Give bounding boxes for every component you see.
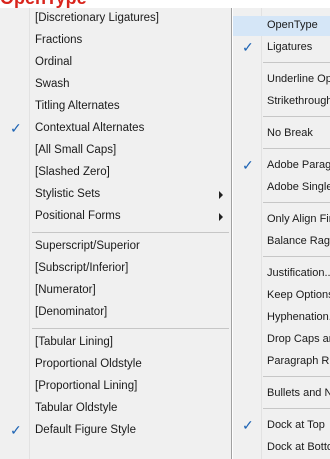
menu-item-proportional-oldstyle[interactable]: Proportional Oldstyle xyxy=(0,354,231,376)
menu-item-label: Ligatures xyxy=(267,41,313,53)
menu-item-titling-alternates[interactable]: Titling Alternates xyxy=(0,96,231,118)
menu-item-label: Tabular Oldstyle xyxy=(35,402,118,414)
menu-item-label: Positional Forms xyxy=(35,210,121,222)
menu-item-stylistic-sets[interactable]: Stylistic Sets xyxy=(0,184,231,206)
menu-separator xyxy=(263,148,330,149)
menu-item-denominator[interactable]: [Denominator] xyxy=(0,302,231,324)
menu-item-numerator[interactable]: [Numerator] xyxy=(0,280,231,302)
menu-item-strikethrough-options[interactable]: Strikethrough Options... xyxy=(233,92,330,112)
menu-item-label: [Subscript/Inferior] xyxy=(35,262,129,274)
menu-item-label: Dock at Top xyxy=(267,419,325,431)
menu-separator xyxy=(263,116,330,117)
menu-item-label: Default Figure Style xyxy=(35,424,136,436)
menu-item-contextual-alternates[interactable]: ✓ Contextual Alternates xyxy=(0,118,231,140)
menu-item-label: Fractions xyxy=(35,34,83,46)
menu-item-tabular-lining[interactable]: [Tabular Lining] xyxy=(0,332,231,354)
menu-item-label: [Numerator] xyxy=(35,284,96,296)
menu-item-label: Balance Ragged Lines xyxy=(267,235,330,247)
menu-item-positional-forms[interactable]: Positional Forms xyxy=(0,206,231,228)
menu-item-label: Titling Alternates xyxy=(35,100,120,112)
menu-item-superscript[interactable]: Superscript/Superior xyxy=(0,236,231,258)
menu-item-label: Strikethrough Options... xyxy=(267,95,330,107)
menu-item-opentype[interactable]: OpenType xyxy=(233,16,330,36)
menu-item-label: Keep Options... xyxy=(267,289,330,301)
menu-item-label: Proportional Oldstyle xyxy=(35,358,142,370)
menu-item-label: Superscript/Superior xyxy=(35,240,140,252)
menu-item-label: Contextual Alternates xyxy=(35,122,145,134)
menu-item-balance-ragged-lines[interactable]: Balance Ragged Lines xyxy=(233,232,330,252)
menu-item-label: No Break xyxy=(267,127,313,139)
menu-item-tabular-oldstyle[interactable]: Tabular Oldstyle xyxy=(0,398,231,420)
menu-item-no-break[interactable]: No Break xyxy=(233,124,330,144)
menu-item-bullets-and-numbering[interactable]: Bullets and Numbering... xyxy=(233,384,330,404)
menu-separator xyxy=(263,62,330,63)
menu-item-default-figure-style[interactable]: ✓ Default Figure Style xyxy=(0,420,231,442)
menu-item-label: Paragraph Rules... xyxy=(267,355,330,367)
submenu-arrow-icon xyxy=(219,191,223,199)
menu-item-only-align-first-line[interactable]: Only Align First Line to Grid xyxy=(233,210,330,230)
menu-item-label: OpenType xyxy=(267,19,318,31)
menu-item-label: Adobe Paragraph Composer xyxy=(267,159,330,171)
menu-item-discretionary-ligatures[interactable]: [Discretionary Ligatures] xyxy=(0,8,231,30)
menu-item-label: [All Small Caps] xyxy=(35,144,117,156)
menu-item-label: [Tabular Lining] xyxy=(35,336,113,348)
banner-title: OpenType xyxy=(0,0,87,8)
menu-item-fractions[interactable]: Fractions xyxy=(0,30,231,52)
menu-item-paragraph-rules[interactable]: Paragraph Rules... xyxy=(233,352,330,372)
menu-separator xyxy=(32,232,229,233)
menu-item-label: [Slashed Zero] xyxy=(35,166,110,178)
menu-item-label: Adobe Single-line Composer xyxy=(267,181,330,193)
menu-item-label: Ordinal xyxy=(35,56,73,68)
menu-item-hyphenation[interactable]: Hyphenation... xyxy=(233,308,330,328)
character-panel-menu: OpenType ✓ Ligatures Underline Options..… xyxy=(233,8,330,459)
menu-item-label: Only Align First Line to Grid xyxy=(267,213,330,225)
menu-item-label: Drop Caps and Nested Styles... xyxy=(267,333,330,345)
menu-item-dock-at-bottom[interactable]: Dock at Bottom xyxy=(233,438,330,458)
menu-item-label: [Discretionary Ligatures] xyxy=(35,12,159,24)
menu-item-justification[interactable]: Justification... xyxy=(233,264,330,284)
submenu-arrow-icon xyxy=(219,213,223,221)
opentype-submenu: [Discretionary Ligatures] Fractions Ordi… xyxy=(0,8,232,459)
menu-item-label: Dock at Bottom xyxy=(267,441,330,453)
menu-item-keep-options[interactable]: Keep Options... xyxy=(233,286,330,306)
menu-item-ordinal[interactable]: Ordinal xyxy=(0,52,231,74)
checkmark-icon: ✓ xyxy=(10,120,22,136)
menu-item-label: Underline Options... xyxy=(267,73,330,85)
menu-item-label: Justification... xyxy=(267,267,330,279)
menu-item-label: [Proportional Lining] xyxy=(35,380,138,392)
menu-item-proportional-lining[interactable]: [Proportional Lining] xyxy=(0,376,231,398)
menu-item-label: Hyphenation... xyxy=(267,311,330,323)
menu-separator xyxy=(32,328,229,329)
menu-separator xyxy=(263,408,330,409)
checkmark-icon: ✓ xyxy=(242,39,254,55)
menu-item-underline-options[interactable]: Underline Options... xyxy=(233,70,330,90)
banner-strip: OpenType xyxy=(0,0,330,8)
menu-item-label: Bullets and Numbering... xyxy=(267,387,330,399)
menu-item-adobe-paragraph-composer[interactable]: ✓ Adobe Paragraph Composer xyxy=(233,156,330,176)
checkmark-icon: ✓ xyxy=(242,417,254,433)
menu-item-swash[interactable]: Swash xyxy=(0,74,231,96)
menu-item-label: [Denominator] xyxy=(35,306,108,318)
menu-item-label: Stylistic Sets xyxy=(35,188,101,200)
menu-item-dock-at-top[interactable]: ✓ Dock at Top xyxy=(233,416,330,436)
checkmark-icon: ✓ xyxy=(10,422,22,438)
menu-separator xyxy=(263,376,330,377)
menu-item-drop-caps[interactable]: Drop Caps and Nested Styles... xyxy=(233,330,330,350)
menu-item-adobe-single-line-composer[interactable]: Adobe Single-line Composer xyxy=(233,178,330,198)
menu-item-slashed-zero[interactable]: [Slashed Zero] xyxy=(0,162,231,184)
menu-item-label: Swash xyxy=(35,78,70,90)
menu-item-ligatures[interactable]: ✓ Ligatures xyxy=(233,38,330,58)
menu-item-subscript[interactable]: [Subscript/Inferior] xyxy=(0,258,231,280)
menu-separator xyxy=(263,202,330,203)
menu-item-all-small-caps[interactable]: [All Small Caps] xyxy=(0,140,231,162)
menu-separator xyxy=(263,256,330,257)
checkmark-icon: ✓ xyxy=(242,157,254,173)
